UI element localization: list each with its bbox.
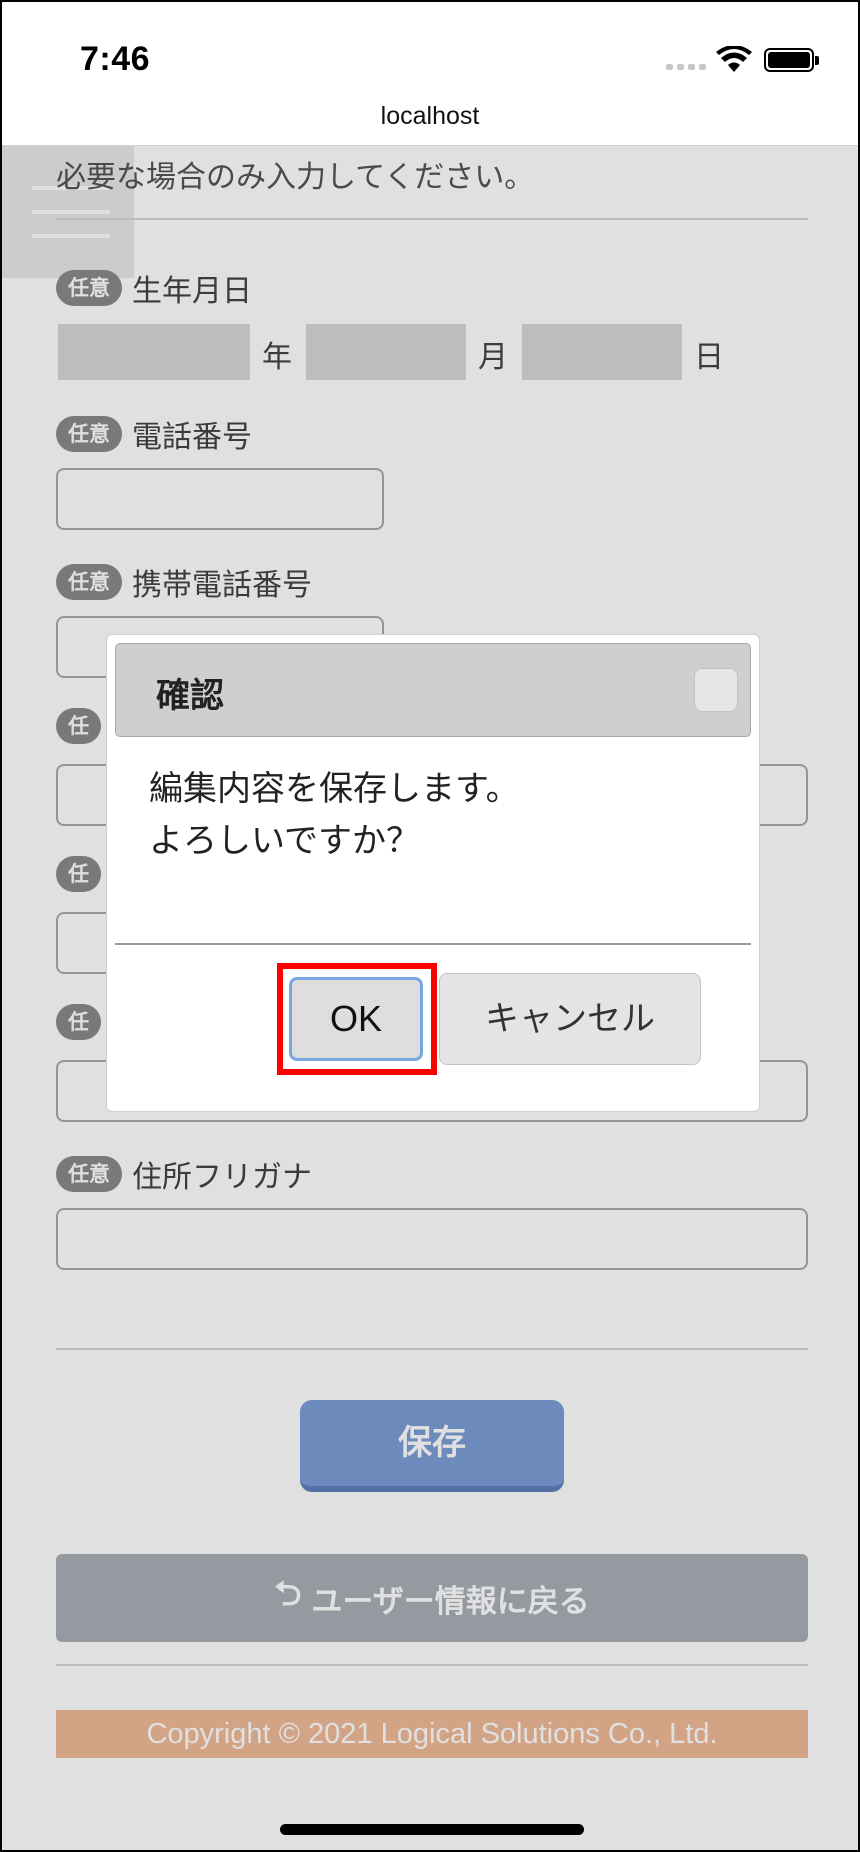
home-indicator[interactable]: [280, 1824, 584, 1835]
status-time: 7:46: [80, 40, 151, 78]
dialog-message-line1: 編集内容を保存します。: [149, 769, 520, 809]
dialog-header: 確認: [115, 643, 751, 737]
wifi-icon: [716, 46, 752, 72]
dialog-title: 確認: [156, 676, 224, 716]
url-text: localhost: [380, 102, 480, 130]
browser-url-bar[interactable]: localhost: [2, 94, 858, 146]
close-icon[interactable]: [694, 668, 738, 712]
dialog-message-line2: よろしいですか？: [149, 821, 420, 861]
battery-icon: [764, 48, 819, 72]
confirm-dialog: 確認 編集内容を保存します。 よろしいですか？ OK キャンセル: [106, 634, 760, 1112]
phone-frame: 7:46 localhost 必要な場合のみ入力してください。 任意 生年月日 …: [0, 0, 860, 1852]
dialog-message: 編集内容を保存します。 よろしいですか？: [149, 763, 520, 867]
dialog-divider: [115, 943, 751, 945]
cancel-button[interactable]: キャンセル: [439, 973, 701, 1065]
ok-button[interactable]: OK: [289, 977, 423, 1061]
status-bar: 7:46: [2, 2, 858, 94]
cellular-signal-icon: [666, 64, 706, 70]
